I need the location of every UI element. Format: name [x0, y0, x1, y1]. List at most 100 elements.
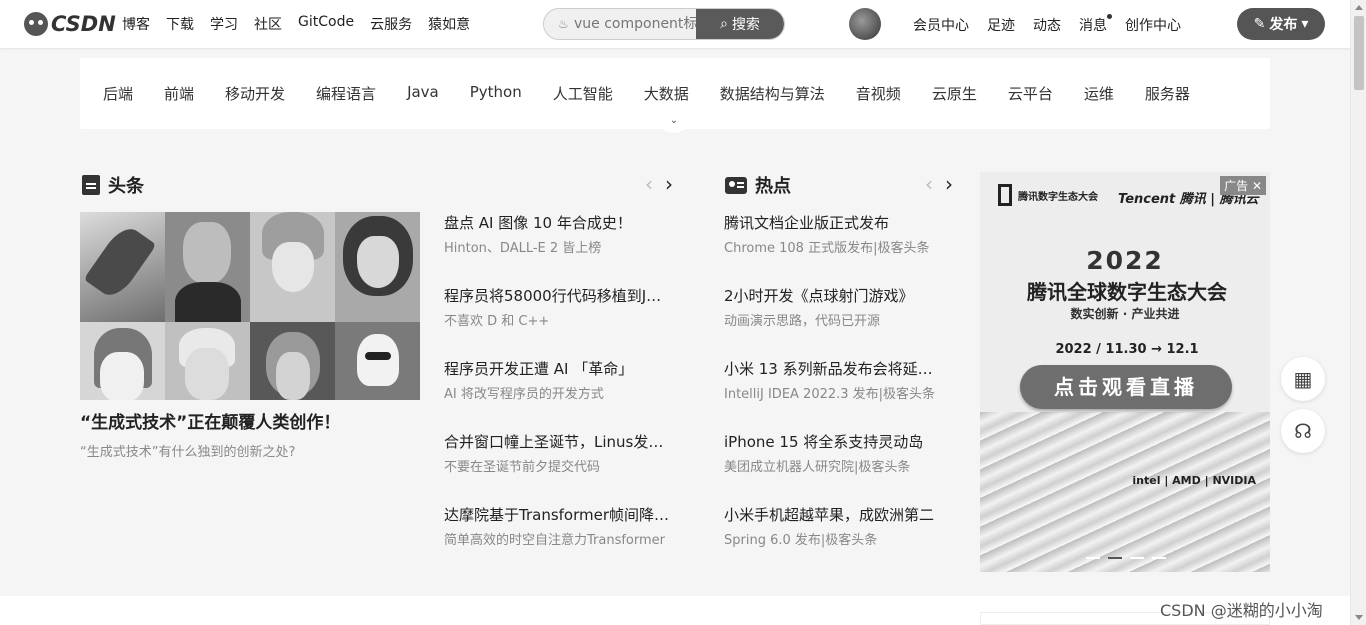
category-backend[interactable]: 后端 — [103, 83, 133, 104]
nav-item-cloud[interactable]: 云服务 — [370, 14, 412, 34]
item-title[interactable]: 达摩院基于Transformer帧间降… — [444, 505, 679, 525]
publish-button[interactable]: ✎ 发布 ▾ — [1237, 8, 1325, 40]
nav-footprint[interactable]: 足迹 — [987, 15, 1015, 35]
nav-activity[interactable]: 动态 — [1033, 15, 1061, 35]
list-item[interactable]: 2小时开发《点球射门游戏》 动画演示思路，代码已开源 — [724, 286, 959, 331]
ad-watch-live-button[interactable]: 点击观看直播 — [1020, 365, 1232, 409]
category-ops[interactable]: 运维 — [1084, 83, 1114, 104]
item-title[interactable]: iPhone 15 将全系支持灵动岛 — [724, 432, 959, 452]
ad-logo1-text: 腾讯数字生态大会 — [1018, 191, 1098, 203]
scroll-down-icon[interactable] — [1355, 615, 1363, 620]
nav-creator-center[interactable]: 创作中心 — [1125, 15, 1181, 35]
carousel-dot[interactable] — [1086, 557, 1100, 559]
item-subtitle: 美团成立机器人研究院|极客头条 — [724, 460, 911, 475]
category-python[interactable]: Python — [470, 83, 522, 104]
category-java[interactable]: Java — [407, 83, 439, 104]
hero-tile — [250, 322, 335, 400]
nav-item-blog[interactable]: 博客 — [122, 14, 150, 34]
ad-background-graphic — [980, 412, 1270, 572]
hot-pager: ‹ › — [925, 172, 953, 196]
item-title[interactable]: 小米手机超越苹果，成欧洲第二 — [724, 505, 959, 525]
category-mobile[interactable]: 移动开发 — [225, 83, 285, 104]
carousel-dot-active[interactable] — [1108, 557, 1122, 559]
chevron-left-icon[interactable]: ‹ — [925, 172, 933, 196]
category-cloudplatform[interactable]: 云平台 — [1008, 83, 1053, 104]
hero-title[interactable]: “生成式技术”正在颠覆人类创作！ — [80, 408, 340, 433]
item-title[interactable]: 程序员将58000行代码移植到J… — [444, 286, 679, 306]
chevron-left-icon[interactable]: ‹ — [645, 172, 653, 196]
nav-item-community[interactable]: 社区 — [254, 14, 282, 34]
ad-banner[interactable]: 腾讯数字生态大会 Tencent 腾讯 | 腾讯云 广告 ✕ 2022 腾讯全球… — [980, 172, 1270, 572]
search-box: ♨ ⌕ 搜索 — [543, 8, 785, 40]
ad-event-logo: 腾讯数字生态大会 — [998, 184, 1098, 206]
list-item[interactable]: iPhone 15 将全系支持灵动岛 美团成立机器人研究院|极客头条 — [724, 432, 959, 477]
list-item[interactable]: 腾讯文档企业版正式发布 Chrome 108 正式版发布|极客头条 — [724, 213, 959, 258]
scroll-thumb[interactable] — [1354, 16, 1364, 90]
category-av[interactable]: 音视频 — [856, 83, 901, 104]
hero-image[interactable] — [80, 212, 420, 400]
list-item[interactable]: 合并窗口幢上圣诞节，Linus发… 不要在圣诞节前夕提交代码 — [444, 432, 679, 477]
list-item[interactable]: 达摩院基于Transformer帧间降… 简单高效的时空自注意力Transfor… — [444, 505, 679, 550]
hero-tile — [250, 212, 335, 322]
list-item[interactable]: 程序员开发正遭 AI 「革命」 AI 将改写程序员的开发方式 — [444, 359, 679, 404]
headline-title: 头条 — [108, 176, 144, 197]
item-title[interactable]: 腾讯文档企业版正式发布 — [724, 213, 959, 233]
main-nav: 博客 下载 学习 社区 GitCode 云服务 猿如意 — [122, 14, 486, 34]
page-scrollbar[interactable] — [1350, 0, 1366, 625]
nav-item-gitcode[interactable]: GitCode — [298, 14, 354, 34]
hero-tile — [80, 322, 165, 400]
item-title[interactable]: 小米 13 系列新品发布会将延… — [724, 359, 959, 379]
ad-date: 2022 / 11.30 → 12.1 — [1055, 342, 1199, 357]
nav-item-yuanruyi[interactable]: 猿如意 — [428, 14, 470, 34]
category-bigdata[interactable]: 大数据 — [644, 83, 689, 104]
event-logo-icon — [998, 184, 1012, 206]
chevron-right-icon[interactable]: › — [945, 172, 953, 196]
logo-mascot-icon — [24, 12, 48, 36]
item-title[interactable]: 程序员开发正遭 AI 「革命」 — [444, 359, 679, 379]
nav-item-learn[interactable]: 学习 — [210, 14, 238, 34]
nav-messages[interactable]: 消息 — [1079, 14, 1112, 35]
carousel-dot[interactable] — [1152, 557, 1166, 559]
user-avatar[interactable] — [849, 8, 881, 40]
category-server[interactable]: 服务器 — [1145, 83, 1190, 104]
category-languages[interactable]: 编程语言 — [316, 83, 376, 104]
csdn-logo[interactable]: CSDN — [24, 12, 116, 36]
item-subtitle: Spring 6.0 发布|极客头条 — [724, 533, 878, 548]
nav-item-download[interactable]: 下载 — [166, 14, 194, 34]
top-navbar: CSDN 博客 下载 学习 社区 GitCode 云服务 猿如意 ♨ ⌕ 搜索 … — [0, 0, 1350, 48]
logo-text: CSDN — [51, 12, 116, 36]
news-card-icon — [725, 176, 747, 194]
list-item[interactable]: 程序员将58000行代码移植到J… 不喜欢 D 和 C++ — [444, 286, 679, 331]
item-title[interactable]: 合并窗口幢上圣诞节，Linus发… — [444, 432, 679, 452]
close-icon[interactable]: ✕ — [1252, 179, 1262, 193]
headset-icon: ☊ — [1294, 419, 1312, 443]
item-title[interactable]: 盘点 AI 图像 10 年合成史！ — [444, 213, 679, 233]
list-item[interactable]: 盘点 AI 图像 10 年合成史！ Hinton、DALL-E 2 皆上榜 — [444, 213, 679, 258]
headline-pager: ‹ › — [645, 172, 673, 196]
scroll-up-icon[interactable] — [1355, 5, 1363, 10]
hot-section-title: 热点 — [725, 172, 791, 198]
item-subtitle: 不要在圣诞节前夕提交代码 — [444, 460, 601, 475]
list-item[interactable]: 小米 13 系列新品发布会将延… IntelliJ IDEA 2022.3 发布… — [724, 359, 959, 404]
item-title[interactable]: 2小时开发《点球射门游戏》 — [724, 286, 959, 306]
ad-headline: 腾讯全球数字生态大会 — [1027, 280, 1227, 304]
search-icon: ⌕ — [720, 16, 728, 32]
search-button[interactable]: ⌕ 搜索 — [696, 9, 784, 39]
chevron-right-icon[interactable]: › — [665, 172, 673, 196]
carousel-dot[interactable] — [1130, 557, 1144, 559]
item-subtitle: 动画演示思路，代码已开源 — [724, 314, 881, 329]
expand-categories-button[interactable]: ⌄ — [657, 115, 691, 133]
category-frontend[interactable]: 前端 — [164, 83, 194, 104]
watermark: CSDN @迷糊的小小淘 — [1160, 601, 1323, 620]
qr-code-button[interactable]: ▦ — [1281, 357, 1325, 401]
category-algorithms[interactable]: 数据结构与算法 — [720, 83, 825, 104]
category-ai[interactable]: 人工智能 — [553, 83, 613, 104]
category-cloudnative[interactable]: 云原生 — [932, 83, 977, 104]
search-input[interactable] — [574, 13, 698, 35]
list-item[interactable]: 小米手机超越苹果，成欧洲第二 Spring 6.0 发布|极客头条 — [724, 505, 959, 550]
nav-member-center[interactable]: 会员中心 — [913, 15, 969, 35]
hero-tile — [165, 322, 250, 400]
customer-service-button[interactable]: ☊ — [1281, 409, 1325, 453]
ad-label[interactable]: 广告 ✕ — [1220, 176, 1266, 195]
hero-tile — [335, 212, 420, 322]
